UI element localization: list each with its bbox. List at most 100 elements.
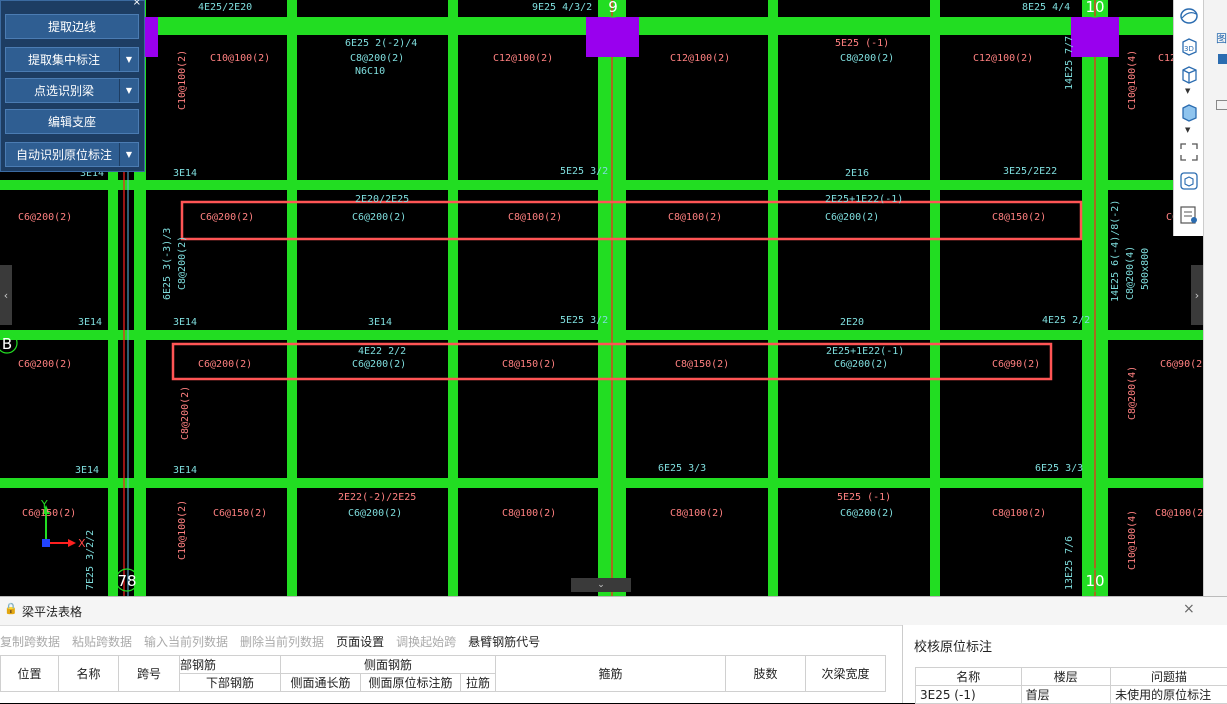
paste-span-data-button[interactable]: 粘贴跨数据	[72, 635, 132, 649]
cad-annotation-text[interactable]: 2E22(-2)/2E25	[338, 492, 416, 503]
edit-support-button[interactable]: 编辑支座	[5, 109, 139, 134]
cad-annotation-text[interactable]: C8@200(2)	[350, 53, 404, 64]
fullscreen-icon[interactable]	[1178, 141, 1200, 163]
page-setup-button[interactable]: 页面设置	[336, 635, 384, 649]
pick-recognize-beam-button[interactable]: 点选识别梁▼	[5, 78, 139, 103]
panel-close-icon[interactable]: ×	[133, 0, 141, 8]
verify-cell-floor[interactable]: 首层	[1021, 686, 1111, 704]
cad-annotation-text[interactable]: 6E25 3(-3)/3	[162, 228, 173, 300]
cad-annotation-text[interactable]: 6E25 3/3	[1035, 463, 1083, 474]
cad-annotation-text[interactable]: C8@100(2)	[670, 508, 724, 519]
header-bottom-group[interactable]: 部钢筋	[180, 656, 281, 674]
extract-edge-button[interactable]: 提取边线	[5, 14, 139, 39]
cad-annotation-text[interactable]: C8@200(4)	[1125, 246, 1136, 300]
verify-cell-issue[interactable]: 未使用的原位标注	[1111, 686, 1227, 704]
cad-annotation-text[interactable]: 2E25+1E22(-1)	[825, 194, 903, 205]
extract-centralized-label-button[interactable]: 提取集中标注▼	[5, 47, 139, 72]
cad-annotation-text[interactable]: C10@100(4)	[1127, 510, 1138, 570]
cad-annotation-text[interactable]: C8@150(2)	[502, 359, 556, 370]
cad-annotation-text[interactable]: C10@100(4)	[1127, 50, 1138, 110]
cad-annotation-text[interactable]: C6@150(2)	[213, 508, 267, 519]
column[interactable]	[145, 17, 158, 57]
cad-annotation-text[interactable]: 2E20	[840, 317, 864, 328]
header-side-through[interactable]: 侧面通长筋	[281, 674, 361, 692]
verify-header-name[interactable]: 名称	[916, 668, 1022, 686]
cad-annotation-text[interactable]: C12@100(2)	[493, 53, 553, 64]
cube-filled-icon[interactable]	[1178, 101, 1200, 123]
auto-recognize-original-label-button[interactable]: 自动识别原位标注▼	[5, 142, 139, 167]
verify-table[interactable]: 名称 楼层 问题描 3E25 (-1) 首层 未使用的原位标注	[915, 667, 1227, 704]
cad-annotation-text[interactable]: C12@100(2)	[670, 53, 730, 64]
cad-annotation-text[interactable]: C8@100(2)	[668, 212, 722, 223]
dropdown-arrow-icon[interactable]: ▼	[1185, 87, 1190, 95]
cad-annotation-text[interactable]: N6C10	[355, 66, 385, 77]
collapse-right-arrow-icon[interactable]: ›	[1191, 265, 1203, 325]
cad-annotation-text[interactable]: 4E25/2E20	[198, 2, 252, 13]
table-row[interactable]: 3E25 (-1) 首层 未使用的原位标注	[916, 686, 1227, 704]
verify-header-issue[interactable]: 问题描	[1111, 668, 1227, 686]
cad-annotation-text[interactable]: C8@150(2)	[675, 359, 729, 370]
cad-annotation-text[interactable]: C10@100(2)	[177, 50, 188, 110]
header-bottom-rebar[interactable]: 下部钢筋	[180, 674, 281, 692]
sphere-icon[interactable]	[1178, 5, 1200, 27]
cad-annotation-text[interactable]: 5E25 (-1)	[837, 492, 891, 503]
cad-annotation-text[interactable]: 500x800	[1140, 248, 1151, 290]
cad-annotation-text[interactable]: C10@100(2)	[210, 53, 270, 64]
cad-annotation-text[interactable]: 13E25 7/6	[1064, 536, 1075, 590]
collapse-bottom-arrow-icon[interactable]: ⌄	[571, 578, 631, 592]
cad-annotation-text[interactable]: C8@100(2)	[1155, 508, 1209, 519]
cad-annotation-text[interactable]: 14E25 7/7	[1064, 36, 1075, 90]
copy-span-data-button[interactable]: 复制跨数据	[0, 635, 60, 649]
verify-cell-name[interactable]: 3E25 (-1)	[916, 686, 1022, 704]
checkbox-icon[interactable]	[1218, 54, 1227, 64]
header-position[interactable]: 位置	[1, 656, 59, 692]
cad-annotation-text[interactable]: C6@200(2)	[18, 359, 72, 370]
dropdown-arrow-icon[interactable]: ▼	[1185, 126, 1190, 134]
beam-vertical[interactable]	[448, 0, 458, 596]
cad-annotation-text[interactable]: 3E14	[78, 317, 102, 328]
cad-annotation-text[interactable]: C12@100(2)	[973, 53, 1033, 64]
cad-annotation-text[interactable]: 2E16	[845, 168, 869, 179]
list-view-icon[interactable]	[1178, 204, 1200, 226]
column[interactable]	[1071, 17, 1119, 57]
cad-annotation-text[interactable]: C6@200(2)	[348, 508, 402, 519]
cad-annotation-text[interactable]: C8@200(2)	[840, 53, 894, 64]
cad-annotation-text[interactable]: 3E14	[368, 317, 392, 328]
cad-annotation-text[interactable]: C6@200(2)	[352, 359, 406, 370]
verify-header-floor[interactable]: 楼层	[1021, 668, 1111, 686]
cad-annotation-text[interactable]: 5E25 (-1)	[835, 38, 889, 49]
header-tie[interactable]: 拉筋	[461, 674, 496, 692]
input-column-data-button[interactable]: 输入当前列数据	[144, 635, 228, 649]
cad-annotation-text[interactable]: C6@200(2)	[840, 508, 894, 519]
lock-icon[interactable]: 🔒	[4, 602, 18, 615]
header-side-original[interactable]: 侧面原位标注筋	[361, 674, 461, 692]
header-side-group[interactable]: 侧面钢筋	[281, 656, 496, 674]
delete-column-data-button[interactable]: 删除当前列数据	[240, 635, 324, 649]
beam-table[interactable]: 位置 名称 跨号 部钢筋 侧面钢筋 箍筋 肢数 次梁宽度 下部钢筋 侧面通长筋 …	[0, 655, 886, 692]
header-stirrup[interactable]: 箍筋	[496, 656, 726, 692]
cad-annotation-text[interactable]: 7E25 3/2/2	[85, 530, 96, 590]
cad-annotation-text[interactable]: C6@200(2)	[834, 359, 888, 370]
cad-annotation-text[interactable]: 3E14	[173, 465, 197, 476]
cad-annotation-text[interactable]: 2E20/2E25	[355, 194, 409, 205]
header-span[interactable]: 跨号	[119, 656, 180, 692]
cad-annotation-text[interactable]: 3E14	[75, 465, 99, 476]
beam-horizontal[interactable]	[150, 17, 1175, 35]
beam-vertical[interactable]	[287, 0, 297, 596]
header-secondary-width[interactable]: 次梁宽度	[806, 656, 886, 692]
cad-annotation-text[interactable]: C6@90(2)	[1160, 359, 1208, 370]
dropdown-arrow-icon[interactable]: ▼	[119, 48, 138, 71]
collapse-left-arrow-icon[interactable]: ‹	[0, 265, 12, 325]
cad-annotation-text[interactable]: 4E22 2/2	[358, 346, 406, 357]
navigation-cube-icon[interactable]	[1178, 170, 1200, 192]
cantilever-rebar-code-button[interactable]: 悬臂钢筋代号	[468, 635, 540, 649]
dropdown-arrow-icon[interactable]: ▼	[119, 143, 138, 166]
cube-icon[interactable]	[1178, 63, 1200, 85]
cad-annotation-text[interactable]: 5E25 3/2	[560, 166, 608, 177]
selected-beam-highlight[interactable]	[182, 202, 1081, 239]
cad-annotation-text[interactable]: 4E25 2/2	[1042, 315, 1090, 326]
dropdown-arrow-icon[interactable]: ▼	[119, 79, 138, 102]
cad-annotation-text[interactable]: C8@200(2)	[177, 236, 188, 290]
beam-vertical[interactable]	[930, 0, 940, 596]
cad-annotation-text[interactable]: C6@90(2)	[992, 359, 1040, 370]
